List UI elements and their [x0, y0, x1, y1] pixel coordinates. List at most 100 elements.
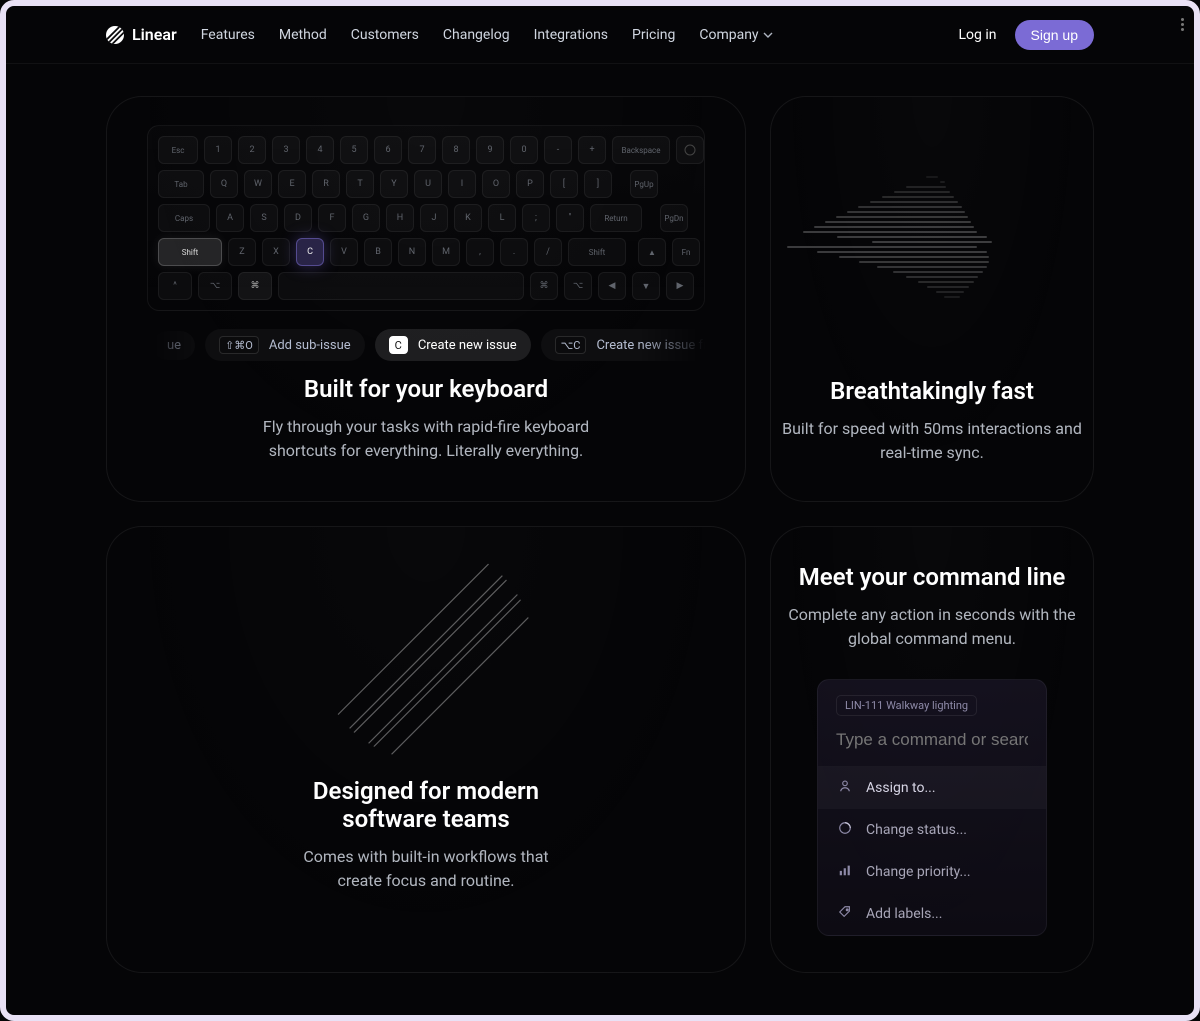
- key: Fn: [672, 238, 700, 266]
- nav-method[interactable]: Method: [279, 27, 327, 43]
- linear-logo-icon: [106, 26, 124, 44]
- key: C: [296, 238, 324, 266]
- nav-pricing[interactable]: Pricing: [632, 27, 675, 43]
- chevron-down-icon: [763, 30, 773, 40]
- shortcut-keycap: ⇧⌘O: [219, 336, 259, 354]
- command-item-label: Assign to...: [866, 780, 936, 796]
- login-link[interactable]: Log in: [959, 27, 997, 43]
- keyboard-illustration: Esc1234567890-+Backspace TabQWERTYUIOP[]…: [147, 125, 705, 311]
- key: Z: [228, 238, 256, 266]
- key: ◀: [598, 272, 626, 300]
- key: ]: [584, 170, 612, 198]
- key: N: [398, 238, 426, 266]
- key: 1: [204, 136, 232, 164]
- key: [: [550, 170, 578, 198]
- shortcut-pill[interactable]: ue: [153, 331, 195, 360]
- key: Y: [380, 170, 408, 198]
- key: P: [516, 170, 544, 198]
- card-command-sub: Complete any action in seconds with the …: [782, 603, 1082, 651]
- brand[interactable]: Linear: [106, 25, 177, 44]
- brand-label: Linear: [132, 25, 177, 44]
- card-keyboard-sub: Fly through your tasks with rapid-fire k…: [246, 415, 606, 463]
- shortcut-keycap: ⌥C: [555, 336, 587, 354]
- card-fast: Breathtakingly fast Built for speed with…: [770, 96, 1094, 502]
- key: K: [454, 204, 482, 232]
- shortcut-pill[interactable]: C Create new issue: [375, 329, 531, 361]
- command-item[interactable]: Change status...: [818, 809, 1046, 851]
- shortcut-pill[interactable]: ⇧⌘O Add sub-issue: [205, 329, 365, 361]
- key: ⌘: [530, 272, 558, 300]
- key: 8: [442, 136, 470, 164]
- key: ▲: [638, 238, 666, 266]
- nav-company[interactable]: Company: [699, 27, 772, 43]
- key: D: [284, 204, 312, 232]
- linear-outline-icon: [316, 542, 536, 762]
- key: J: [420, 204, 448, 232]
- command-item[interactable]: Add labels...: [818, 893, 1046, 935]
- key: 4: [306, 136, 334, 164]
- key: A: [216, 204, 244, 232]
- key: PgDn: [660, 204, 688, 232]
- key: PgUp: [630, 170, 658, 198]
- card-keyboard: Esc1234567890-+Backspace TabQWERTYUIOP[]…: [106, 96, 746, 502]
- key: Backspace: [612, 136, 670, 164]
- key: Shift: [158, 238, 222, 266]
- key: ^: [158, 272, 192, 300]
- nav-features[interactable]: Features: [201, 27, 255, 43]
- shortcut-pill[interactable]: ⌥CCreate new issue from te…: [541, 329, 705, 361]
- card-command: Meet your command line Complete any acti…: [770, 526, 1094, 973]
- key: B: [364, 238, 392, 266]
- key: 0: [510, 136, 538, 164]
- nav-links: Features Method Customers Changelog Inte…: [201, 27, 959, 43]
- assignee-icon: [838, 779, 852, 797]
- card-command-title: Meet your command line: [771, 563, 1093, 591]
- speedlines-icon: [837, 176, 1027, 298]
- command-item-label: Add labels...: [866, 906, 942, 922]
- nav-customers[interactable]: Customers: [351, 27, 419, 43]
- key: Caps: [158, 204, 210, 232]
- key: ,: [466, 238, 494, 266]
- command-input[interactable]: [836, 724, 1028, 756]
- status-icon: [838, 821, 852, 839]
- key: -: [544, 136, 572, 164]
- key: 6: [374, 136, 402, 164]
- key: F: [318, 204, 346, 232]
- key: [676, 136, 704, 164]
- key: .: [500, 238, 528, 266]
- key: T: [346, 170, 374, 198]
- nav-integrations[interactable]: Integrations: [534, 27, 608, 43]
- key: ": [556, 204, 584, 232]
- key: [278, 272, 524, 300]
- label-icon: [838, 905, 852, 923]
- nav-right: Log in Sign up: [959, 20, 1094, 50]
- key: V: [330, 238, 358, 266]
- key: Tab: [158, 170, 204, 198]
- key: /: [534, 238, 562, 266]
- card-fast-title: Breathtakingly fast: [771, 377, 1093, 405]
- shortcut-keycap: C: [389, 336, 408, 354]
- key: Q: [210, 170, 238, 198]
- signup-button[interactable]: Sign up: [1015, 20, 1094, 50]
- key: Esc: [158, 136, 198, 164]
- top-nav: Linear Features Method Customers Changel…: [6, 6, 1194, 64]
- command-list: Assign to... Change status... Change prior…: [818, 766, 1046, 935]
- key: Return: [590, 204, 642, 232]
- key: E: [278, 170, 306, 198]
- command-item-label: Change priority...: [866, 864, 971, 880]
- key: I: [448, 170, 476, 198]
- key: ▼: [632, 272, 660, 300]
- nav-changelog[interactable]: Changelog: [443, 27, 510, 43]
- key: L: [488, 204, 516, 232]
- command-menu: LIN-111 Walkway lighting Assign to... Cha…: [817, 679, 1047, 936]
- key: ⌥: [198, 272, 232, 300]
- shortcut-label: Add sub-issue: [269, 338, 351, 353]
- shortcut-label: Create new issue: [418, 338, 517, 353]
- key: S: [250, 204, 278, 232]
- card-fast-sub: Built for speed with 50ms interactions a…: [771, 417, 1093, 465]
- key: Shift: [568, 238, 626, 266]
- command-item[interactable]: Change priority...: [818, 851, 1046, 893]
- command-context-tag: LIN-111 Walkway lighting: [836, 695, 977, 716]
- key: M: [432, 238, 460, 266]
- card-teams-title: Designed for modern software teams: [306, 777, 546, 833]
- command-item[interactable]: Assign to...: [818, 767, 1046, 809]
